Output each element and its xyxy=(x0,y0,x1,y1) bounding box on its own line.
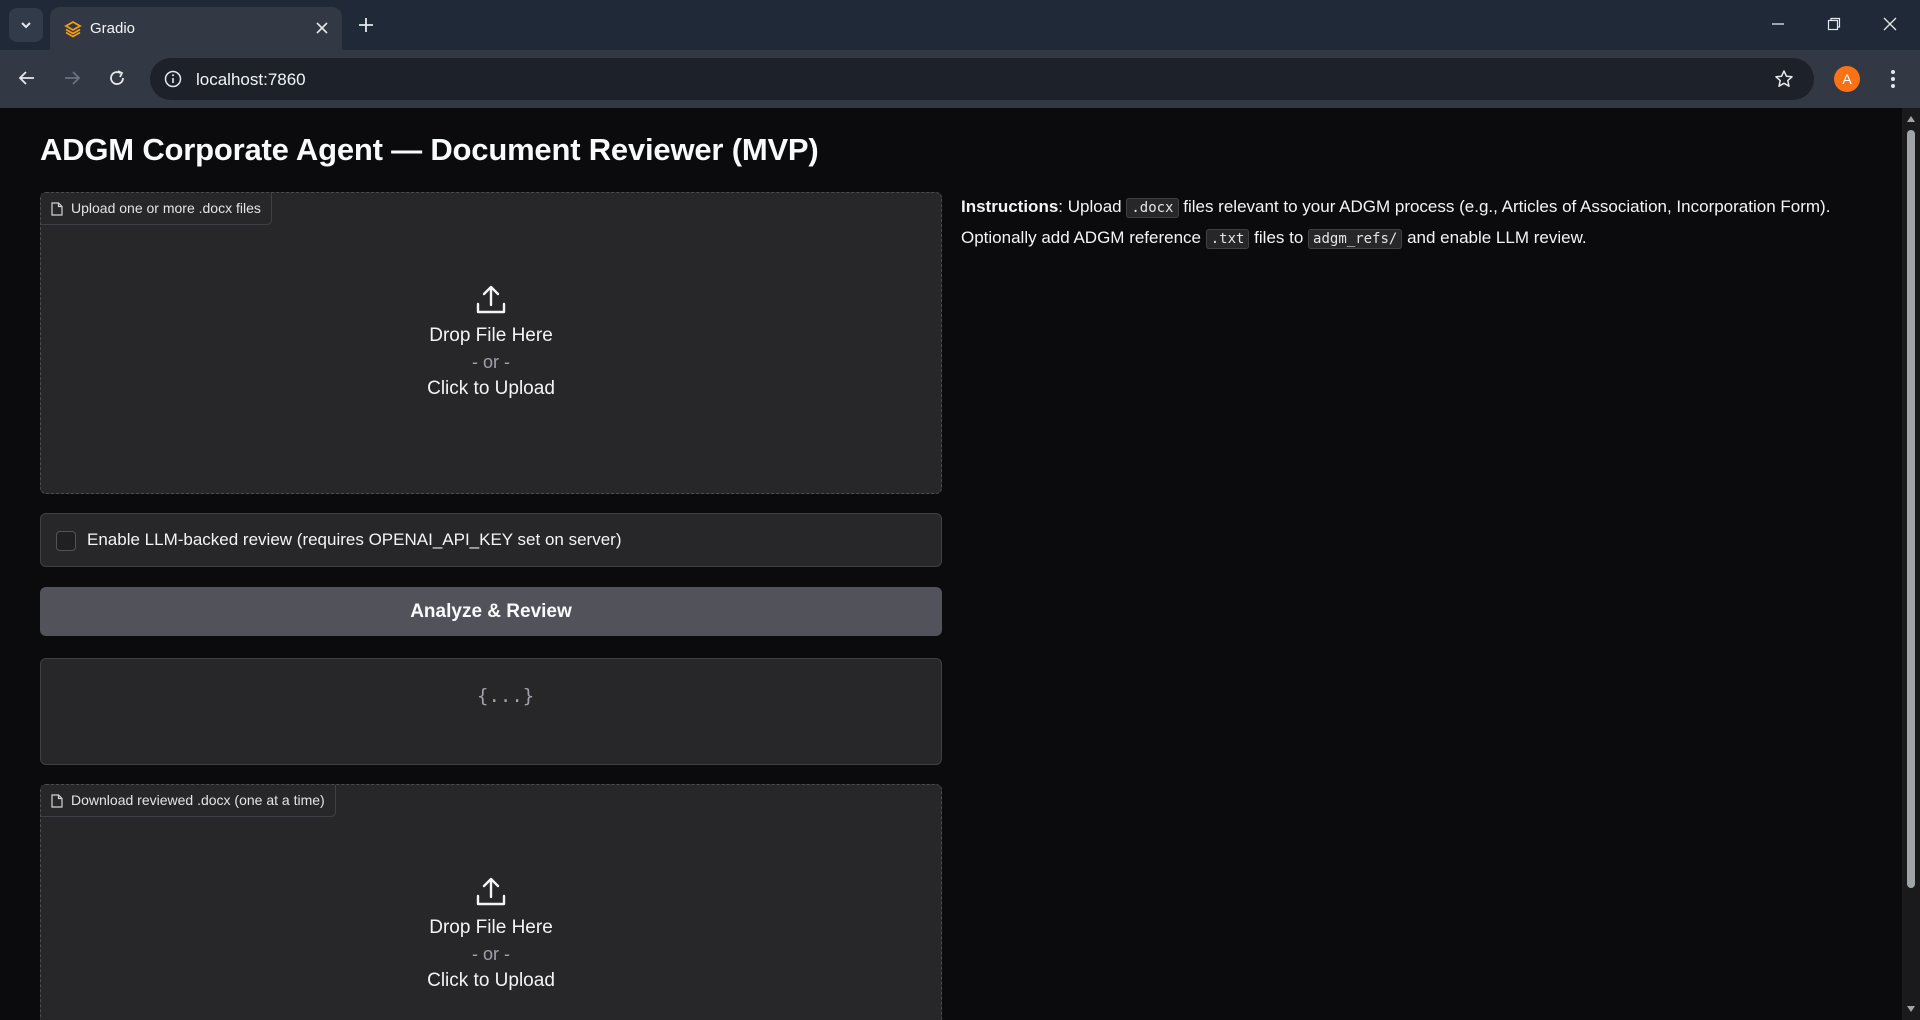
gradio-favicon-icon xyxy=(64,20,82,38)
code-adgm-refs: adgm_refs/ xyxy=(1308,229,1403,249)
reload-button[interactable] xyxy=(101,62,133,94)
instructions-part4: and enable LLM review. xyxy=(1402,228,1587,247)
bookmark-star-icon xyxy=(1775,70,1793,87)
tab-title: Gradio xyxy=(90,20,136,37)
analyze-review-button[interactable]: Analyze & Review xyxy=(40,587,942,636)
code-txt: .txt xyxy=(1205,229,1250,249)
upload-label-text: Upload one or more .docx files xyxy=(71,200,261,216)
instructions-part1: : Upload xyxy=(1058,197,1127,216)
json-output-panel: {...} xyxy=(40,658,942,765)
browser-tab-bar: Gradio xyxy=(0,0,1920,50)
new-tab-button[interactable] xyxy=(352,11,380,39)
tab-close-button[interactable] xyxy=(312,18,332,38)
bookmark-button[interactable] xyxy=(1772,67,1796,91)
scroll-up-arrow-icon xyxy=(1907,116,1915,122)
download-label-text: Download reviewed .docx (one at a time) xyxy=(71,792,325,808)
upload-drop-area[interactable]: Drop File Here - or - Click to Upload xyxy=(41,283,941,400)
back-arrow-icon xyxy=(18,71,34,85)
browser-menu-button[interactable] xyxy=(1880,66,1906,92)
upload-drop-text: Drop File Here xyxy=(429,325,553,346)
forward-arrow-icon xyxy=(65,71,81,85)
upload-icon xyxy=(476,877,506,906)
minimize-button[interactable] xyxy=(1758,8,1798,40)
site-info-button[interactable] xyxy=(162,68,184,90)
code-docx: .docx xyxy=(1126,198,1179,218)
more-vert-icon xyxy=(1891,70,1895,88)
window-close-button[interactable] xyxy=(1870,8,1910,40)
back-button[interactable] xyxy=(11,62,43,94)
browser-toolbar: localhost:7860 A xyxy=(0,50,1920,108)
file-icon xyxy=(51,202,63,216)
tab-list-button[interactable] xyxy=(9,8,43,42)
scroll-down-arrow-icon xyxy=(1907,1006,1915,1012)
scroll-thumb[interactable] xyxy=(1907,130,1915,888)
minimize-icon xyxy=(1772,23,1784,25)
page-scrollbar[interactable] xyxy=(1902,108,1920,1020)
instructions-text: Instructions: Upload .docx files relevan… xyxy=(961,192,1861,254)
upload-click-text[interactable]: Click to Upload xyxy=(427,378,555,400)
download-label: Download reviewed .docx (one at a time) xyxy=(41,785,336,817)
plus-icon xyxy=(359,18,373,32)
forward-button[interactable] xyxy=(56,62,88,94)
upload-label: Upload one or more .docx files xyxy=(41,193,272,225)
upload-icon xyxy=(476,285,506,314)
llm-review-checkbox-row[interactable]: Enable LLM-backed review (requires OPENA… xyxy=(40,513,942,567)
llm-review-checkbox[interactable] xyxy=(56,531,76,551)
download-drop-area[interactable]: Drop File Here - or - Click to Upload xyxy=(41,875,941,992)
download-click-text[interactable]: Click to Upload xyxy=(427,970,555,992)
scroll-up-button[interactable] xyxy=(1906,114,1916,124)
json-placeholder-icon: {...} xyxy=(477,685,535,707)
tab-list-icon xyxy=(21,22,31,29)
page-title: ADGM Corporate Agent — Document Reviewer… xyxy=(40,132,819,167)
upload-dropzone[interactable]: Upload one or more .docx files Drop File… xyxy=(40,192,942,494)
file-icon xyxy=(51,794,63,808)
close-icon xyxy=(316,22,328,34)
download-or-text: - or - xyxy=(472,944,510,964)
gradio-page: ADGM Corporate Agent — Document Reviewer… xyxy=(0,108,1902,1020)
browser-tab[interactable]: Gradio xyxy=(50,7,342,50)
download-dropzone[interactable]: Download reviewed .docx (one at a time) … xyxy=(40,784,942,1020)
profile-avatar[interactable]: A xyxy=(1834,66,1860,92)
scroll-down-button[interactable] xyxy=(1906,1004,1916,1014)
window-close-icon xyxy=(1883,17,1897,31)
url-text[interactable]: localhost:7860 xyxy=(196,70,306,90)
instructions-part3: files to xyxy=(1249,228,1309,247)
download-drop-text: Drop File Here xyxy=(429,917,553,938)
address-bar[interactable]: localhost:7860 xyxy=(150,58,1814,100)
instructions-heading: Instructions xyxy=(961,197,1059,216)
reload-icon xyxy=(110,70,124,85)
restore-icon xyxy=(1827,17,1841,31)
upload-or-text: - or - xyxy=(472,352,510,372)
llm-review-checkbox-label[interactable]: Enable LLM-backed review (requires OPENA… xyxy=(87,530,622,550)
restore-button[interactable] xyxy=(1814,8,1854,40)
site-info-icon xyxy=(164,70,182,88)
